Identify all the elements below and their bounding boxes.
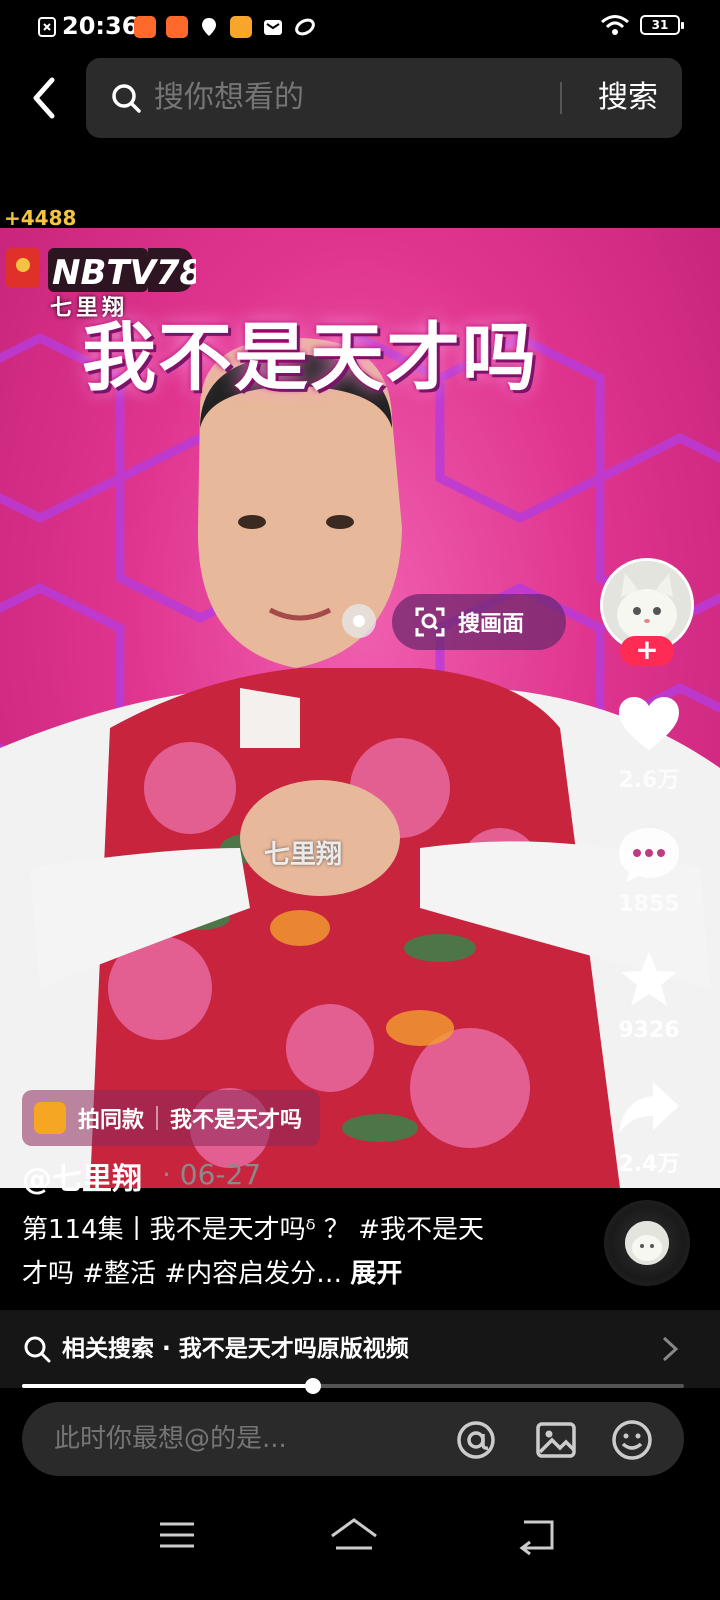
cat-cover-icon	[625, 1221, 669, 1265]
music-disc[interactable]	[604, 1200, 690, 1286]
scan-target-dot[interactable]	[342, 604, 376, 638]
video-progress-fill	[22, 1384, 314, 1388]
same-style-label: 拍同款	[78, 1108, 145, 1133]
share-button[interactable]: 2.4万	[604, 1078, 694, 1178]
search-button[interactable]: 搜索	[574, 58, 682, 138]
chevron-right-icon	[662, 1336, 679, 1362]
search-bar[interactable]: 搜索	[86, 58, 682, 138]
music-cover	[625, 1221, 669, 1265]
star-icon	[621, 952, 677, 1006]
app-notification-icon	[134, 16, 156, 38]
comment-button[interactable]: 1855	[604, 824, 694, 917]
back-nav-icon[interactable]	[508, 1510, 568, 1560]
video-watermark: 七里翔	[264, 840, 343, 870]
same-style-button[interactable]: 拍同款 我不是天才吗	[22, 1090, 321, 1146]
screenshot-icon	[38, 17, 56, 37]
same-style-divider	[156, 1106, 159, 1130]
share-count: 2.4万	[618, 1152, 680, 1177]
system-navigation-bar	[0, 1490, 720, 1600]
search-icon	[112, 84, 141, 113]
comment-bubble-icon	[619, 828, 679, 882]
emoji-icon[interactable]	[610, 1418, 654, 1462]
share-arrow-icon	[619, 1082, 679, 1134]
status-bar: 20:36 31	[0, 0, 720, 54]
expand-link[interactable]: 展开	[350, 1259, 402, 1289]
video-title-overlay: 我不是天才吗	[82, 315, 538, 401]
link-icon	[295, 18, 315, 36]
post-description-text: 第114集丨我不是天才吗ᵟ ？ #我不是天才吗 #整活 #内容启发分…	[22, 1215, 484, 1289]
app-notification-icon	[166, 16, 188, 38]
status-time: 20:36	[62, 12, 139, 40]
video-progress-bar[interactable]	[22, 1378, 684, 1394]
heart-icon	[619, 697, 679, 750]
search-input[interactable]	[154, 58, 554, 138]
like-count: 2.6万	[618, 768, 680, 793]
post-description: 第114集丨我不是天才吗ᵟ ？ #我不是天才吗 #整活 #内容启发分… 展开	[22, 1208, 502, 1296]
related-search-bar[interactable]: 相关搜索 · 我不是天才吗原版视频	[0, 1310, 720, 1388]
status-app-icons	[134, 16, 316, 38]
comment-count: 1855	[618, 892, 680, 917]
comment-input[interactable]	[54, 1402, 434, 1476]
author-name[interactable]: @七里翔	[22, 1154, 142, 1198]
related-search-text: 相关搜索 · 我不是天才吗原版视频	[62, 1336, 409, 1362]
menu-icon[interactable]	[148, 1510, 208, 1560]
channel-logo-text: NBTV78	[52, 253, 196, 293]
mail-icon	[264, 20, 282, 35]
follow-button[interactable]: +	[620, 636, 674, 666]
sparkle-icon	[34, 1102, 66, 1134]
search-icon	[24, 1336, 51, 1363]
status-right-icons: 31	[600, 14, 684, 36]
post-date: · 06-27	[162, 1158, 262, 1191]
favorite-button[interactable]: 9326	[604, 950, 694, 1043]
mention-icon[interactable]	[454, 1418, 498, 1462]
coins-badge[interactable]: +4488	[4, 206, 76, 230]
image-icon[interactable]	[534, 1418, 578, 1462]
battery-indicator: 31	[640, 15, 684, 35]
location-icon	[202, 18, 216, 36]
favorite-count: 9326	[618, 1018, 680, 1043]
video-app-icon	[230, 16, 252, 38]
video-progress-handle[interactable]	[305, 1378, 322, 1394]
search-divider	[560, 82, 562, 114]
scan-image-label: 搜画面	[458, 612, 525, 637]
back-icon[interactable]	[24, 74, 64, 122]
like-button[interactable]: 2.6万	[604, 694, 694, 794]
status-notification-icons	[36, 16, 58, 38]
same-style-song: 我不是天才吗	[170, 1108, 303, 1133]
scan-icon	[415, 607, 445, 637]
comment-bar[interactable]	[22, 1402, 684, 1476]
home-icon[interactable]	[324, 1510, 384, 1560]
scan-image-button[interactable]: 搜画面	[392, 594, 566, 650]
wifi-icon	[601, 15, 629, 35]
